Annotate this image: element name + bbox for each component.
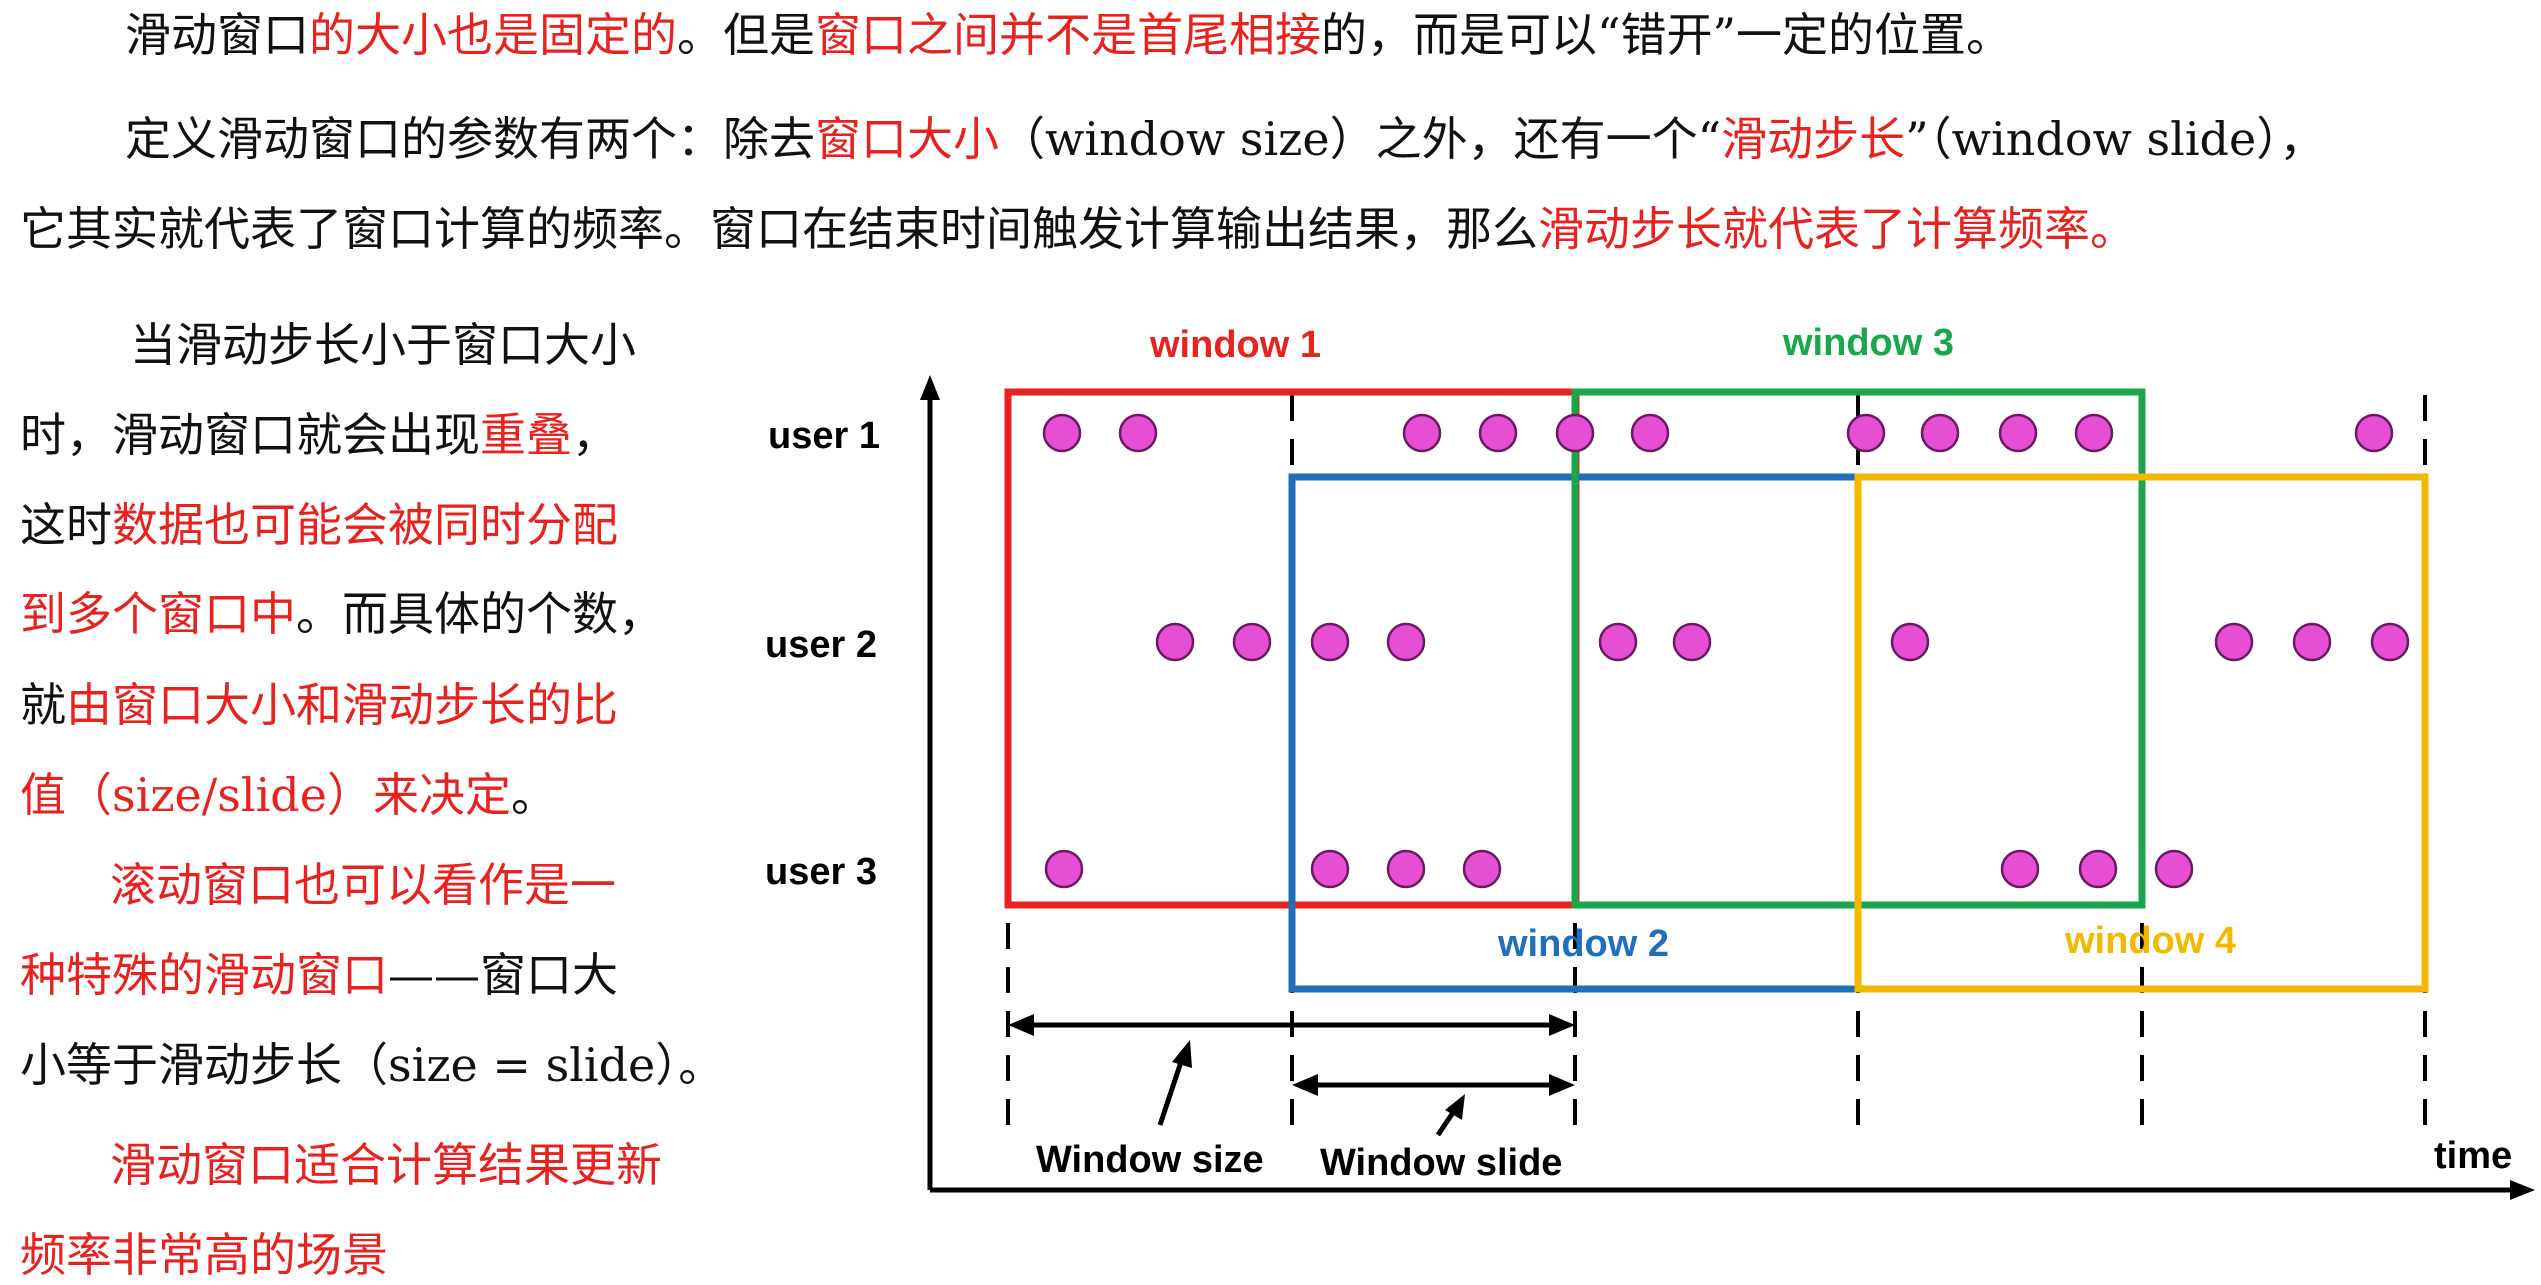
row-label-user-2: user 2 bbox=[765, 624, 877, 666]
event-dot bbox=[1998, 413, 2038, 453]
window-size-label: Window size bbox=[1036, 1139, 1264, 1181]
row-label-user-3: user 3 bbox=[765, 851, 877, 893]
time-axes bbox=[920, 375, 2535, 1200]
event-dot bbox=[2000, 849, 2040, 889]
event-dot bbox=[2154, 849, 2194, 889]
event-dot bbox=[1462, 849, 1502, 889]
event-dot bbox=[1672, 622, 1712, 662]
event-dot bbox=[1044, 849, 1084, 889]
time-label: time bbox=[2434, 1135, 2512, 1177]
size-pointer-head bbox=[1172, 1040, 1192, 1068]
event-dot bbox=[1630, 413, 1670, 453]
event-dot bbox=[2354, 413, 2394, 453]
window-1-label: window 1 bbox=[1149, 324, 1321, 366]
event-dot bbox=[2074, 413, 2114, 453]
diagram-labels: user 1 user 2 user 3 window 1 window 2 window… bbox=[765, 322, 2512, 1184]
event-dot bbox=[1310, 622, 1350, 662]
event-dot bbox=[1310, 849, 1350, 889]
y-axis-arrow bbox=[920, 375, 940, 400]
event-dot bbox=[1386, 622, 1426, 662]
window-size-arrow-right bbox=[1549, 1014, 1575, 1036]
window-slide-arrow-left bbox=[1292, 1074, 1318, 1096]
event-dot bbox=[1555, 413, 1595, 453]
boundary-dashes bbox=[1006, 395, 2427, 1130]
event-dot bbox=[1598, 622, 1638, 662]
event-dot bbox=[2370, 622, 2410, 662]
event-dot bbox=[1846, 413, 1886, 453]
event-dot bbox=[1386, 849, 1426, 889]
event-dot bbox=[2214, 622, 2254, 662]
window-4-label: window 4 bbox=[2064, 920, 2236, 962]
event-dot bbox=[1920, 413, 1960, 453]
sliding-window-diagram: user 1 user 2 user 3 window 1 window 2 window… bbox=[765, 322, 2535, 1200]
event-dot bbox=[1042, 413, 1082, 453]
event-dots bbox=[1042, 413, 2410, 889]
window-rects bbox=[1004, 388, 2429, 993]
event-dot bbox=[1232, 622, 1272, 662]
event-dot bbox=[1402, 413, 1442, 453]
window-size-arrow-left bbox=[1008, 1014, 1034, 1036]
window-slide-label: Window slide bbox=[1320, 1142, 1562, 1184]
x-axis-arrow bbox=[2510, 1180, 2535, 1200]
event-dot bbox=[2078, 849, 2118, 889]
row-label-user-1: user 1 bbox=[768, 415, 880, 457]
event-dot bbox=[2292, 622, 2332, 662]
event-dot bbox=[1118, 413, 1158, 453]
window-3-label: window 3 bbox=[1782, 322, 1954, 364]
event-dot bbox=[1890, 622, 1930, 662]
window-slide-arrow-right bbox=[1549, 1074, 1575, 1096]
size-pointer bbox=[1157, 1055, 1186, 1126]
event-dot bbox=[1155, 622, 1195, 662]
window-2-label: window 2 bbox=[1497, 923, 1669, 965]
event-dot bbox=[1478, 413, 1518, 453]
